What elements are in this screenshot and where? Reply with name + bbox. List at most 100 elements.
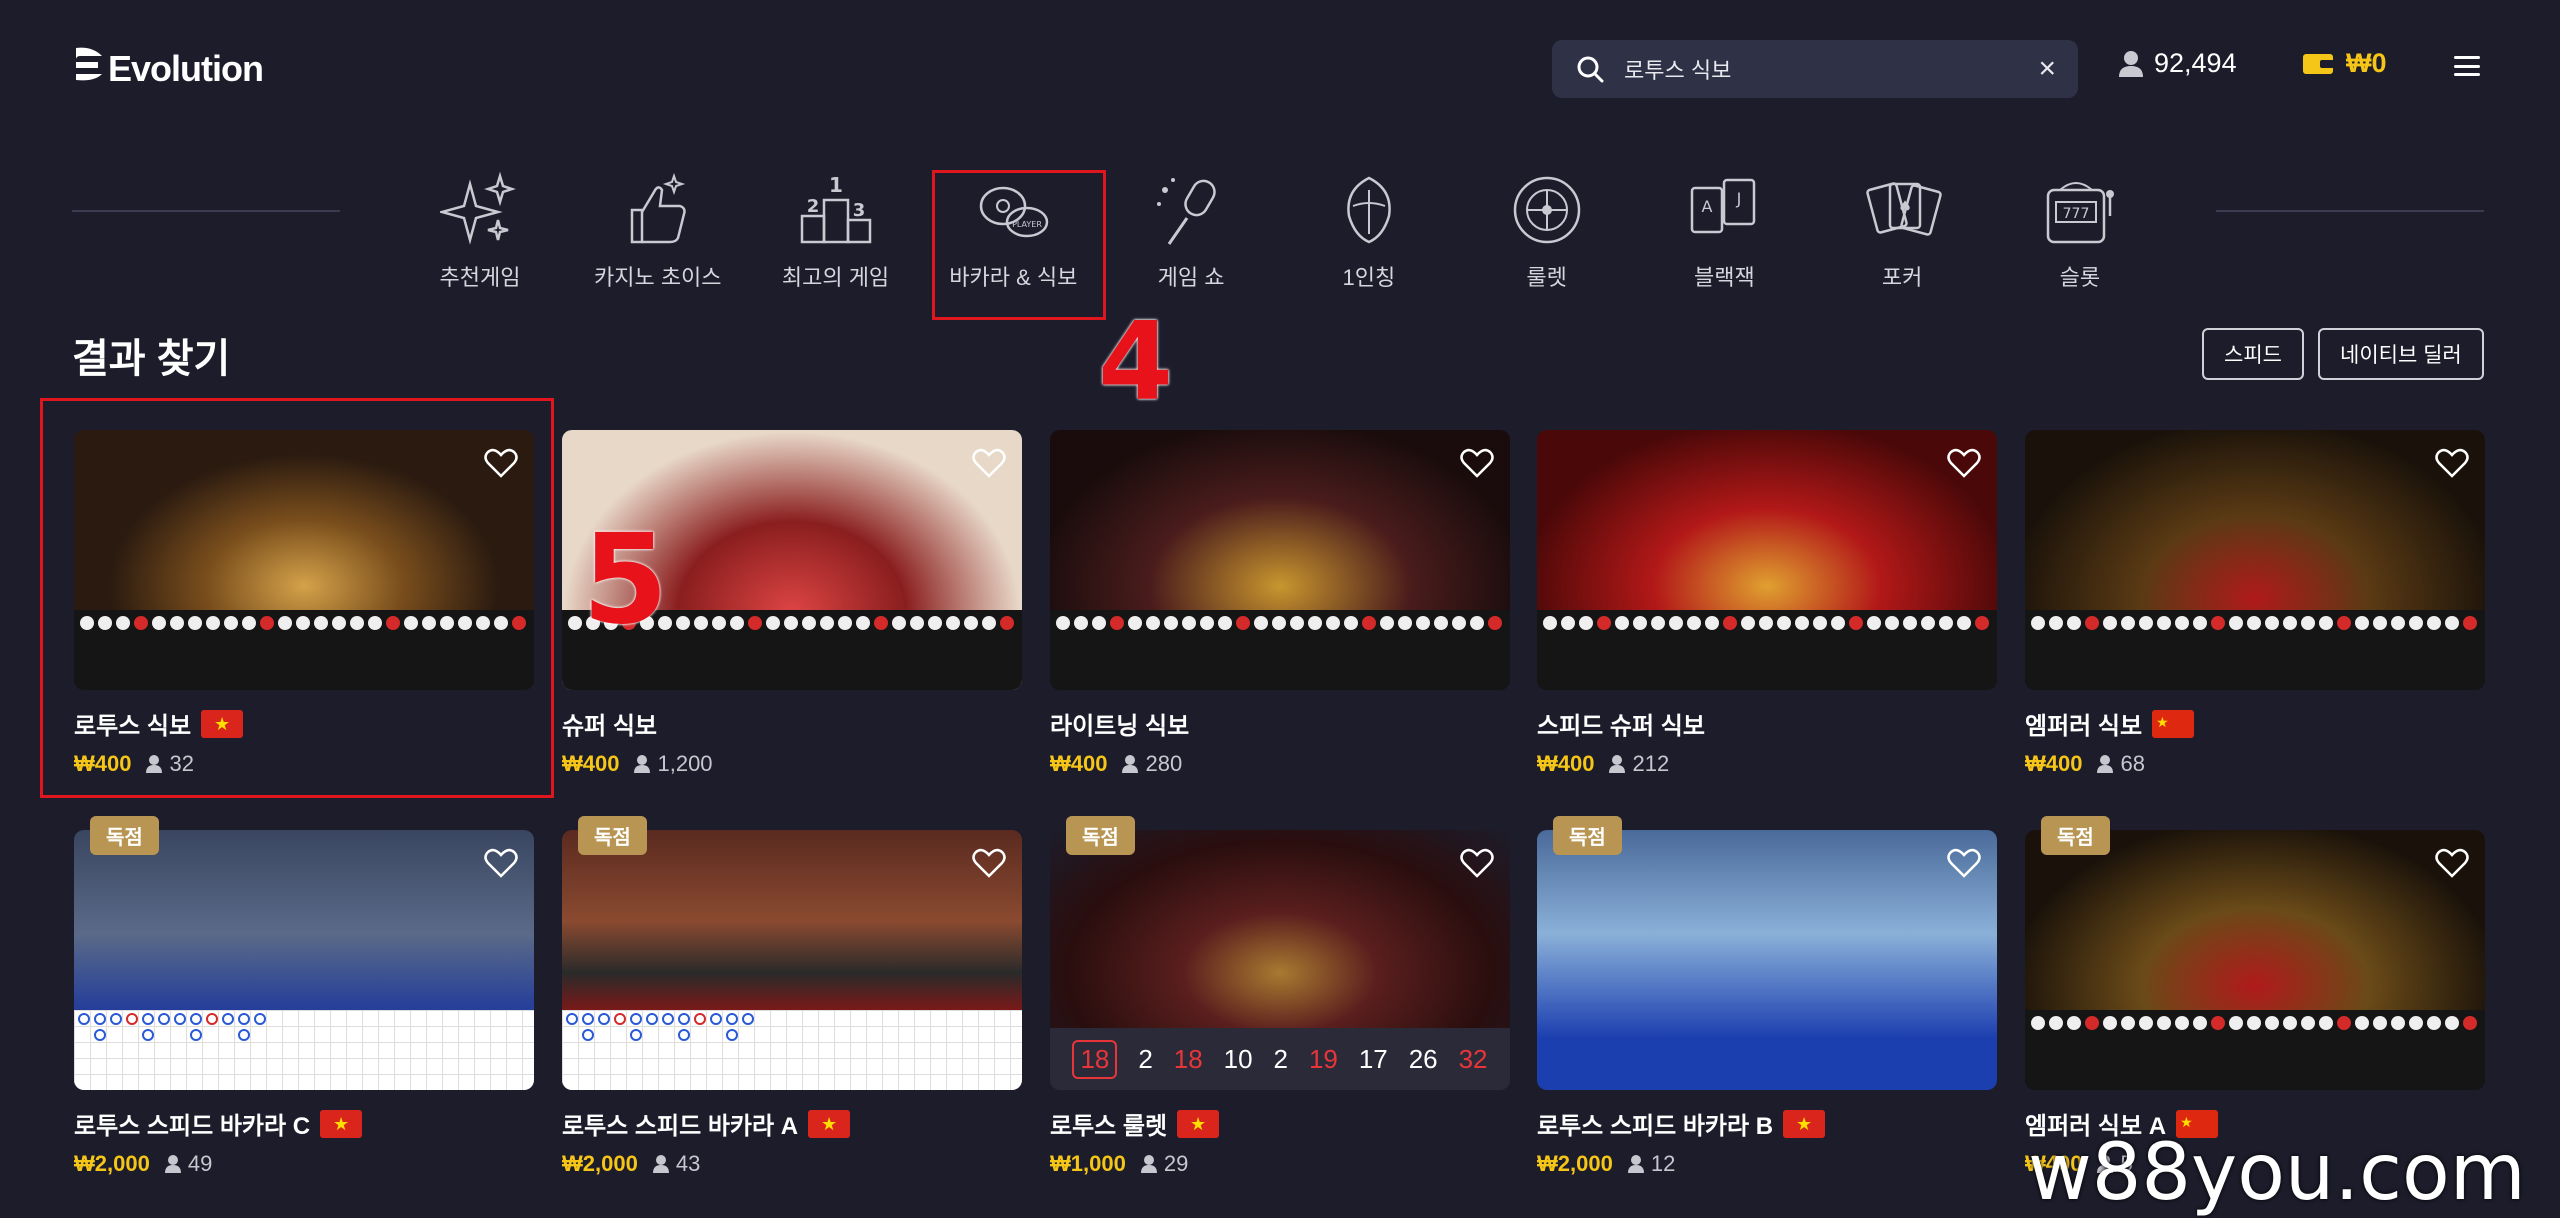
game-thumbnail[interactable] <box>2025 430 2485 690</box>
logo-text: Evolution <box>108 48 264 89</box>
roulette-result: 18 <box>1173 1043 1203 1074</box>
results-road <box>1537 610 1997 690</box>
roulette-result: 19 <box>1308 1043 1338 1074</box>
step-number-4: 4 <box>1098 300 1174 425</box>
favorite-heart-icon[interactable] <box>972 448 1006 478</box>
filter-speed-button[interactable]: 스피드 <box>2202 328 2304 380</box>
podium-icon: 12 3 <box>800 173 871 244</box>
roulette-history: 18 2 18 10 2 19 17 26 32 <box>1050 1028 1510 1090</box>
game-title: 로투스 스피드 바카라 C <box>74 1113 311 1140</box>
highlight-box-category <box>932 170 1106 320</box>
game-title: 스피드 슈퍼 식보 <box>1537 713 1705 740</box>
blackjack-cards-icon: AJ <box>1691 178 1756 234</box>
player-count: 12 <box>1627 1151 1675 1177</box>
game-thumbnail[interactable] <box>1537 430 1997 690</box>
game-card[interactable]: 라이트닝 식보 ₩400 280 <box>1050 430 1510 777</box>
game-thumbnail[interactable]: 18 2 18 10 2 19 17 26 32 <box>1050 830 1510 1090</box>
category-first-person[interactable]: 1인칭 <box>1289 170 1449 310</box>
roulette-result: 32 <box>1458 1043 1488 1074</box>
roulette-result: 2 <box>1138 1043 1153 1074</box>
svg-text:J: J <box>1736 189 1742 208</box>
game-card[interactable]: 독점 18 2 18 10 2 19 17 26 32 로투스 룰렛 ₩1,000 29 <box>1050 816 1510 1177</box>
game-thumbnail[interactable] <box>1537 830 1997 1090</box>
category-roulette[interactable]: 룰렛 <box>1467 170 1627 310</box>
category-casino-choice[interactable]: 카지노 초이스 <box>578 170 738 310</box>
favorite-heart-icon[interactable] <box>972 848 1006 878</box>
category-game-shows[interactable]: 게임 쇼 <box>1111 170 1271 310</box>
player-count: 29 <box>1140 1151 1188 1177</box>
min-bet: ₩400 <box>1537 751 1595 776</box>
roulette-result: 10 <box>1223 1043 1253 1074</box>
roulette-icon <box>1513 176 1580 244</box>
category-blackjack[interactable]: AJ 블랙잭 <box>1644 170 1804 310</box>
divider <box>2216 210 2484 212</box>
user-icon <box>1122 755 1139 773</box>
game-card[interactable]: 독점 로투스 스피드 바카라 B ₩2,000 12 <box>1537 816 1997 1177</box>
poker-cards-icon: ♠ <box>1866 182 1942 236</box>
game-thumbnail[interactable] <box>1050 430 1510 690</box>
favorite-heart-icon[interactable] <box>1947 848 1981 878</box>
exclusive-badge: 독점 <box>2041 816 2110 855</box>
search-icon <box>1577 56 1604 83</box>
game-thumbnail[interactable] <box>74 830 534 1090</box>
filter-native-dealer-button[interactable]: 네이티브 딜러 <box>2318 328 2484 380</box>
wallet-balance[interactable]: ₩0 <box>2302 48 2387 79</box>
bead-road <box>74 1010 534 1090</box>
search-input[interactable]: 로투스 식보 <box>1624 53 2038 85</box>
favorite-heart-icon[interactable] <box>2435 848 2469 878</box>
favorite-heart-icon[interactable] <box>484 848 518 878</box>
step-number-5: 5 <box>582 508 669 652</box>
category-label: 룰렛 <box>1526 265 1567 290</box>
game-card[interactable]: 독점 엠퍼러 식보 A ₩400 5 <box>2025 816 2485 1177</box>
favorite-heart-icon[interactable] <box>1460 448 1494 478</box>
game-thumbnail[interactable] <box>562 830 1022 1090</box>
balance-amount: ₩0 <box>2346 48 2387 78</box>
game-card[interactable]: 엠퍼러 식보 ₩400 68 <box>2025 430 2485 777</box>
clear-search-icon[interactable]: × <box>2038 54 2056 84</box>
user-icon <box>652 1155 669 1173</box>
category-top-games[interactable]: 12 3 최고의 게임 <box>756 170 916 310</box>
player-count: 212 <box>1608 751 1669 777</box>
logo-mark-icon <box>72 44 106 94</box>
exclusive-badge: 독점 <box>90 816 159 855</box>
category-recommended[interactable]: 추천게임 <box>400 170 560 310</box>
game-card[interactable]: 독점 로투스 스피드 바카라 C ₩2,000 49 <box>74 816 534 1177</box>
favorite-heart-icon[interactable] <box>1947 448 1981 478</box>
evolution-logo[interactable]: Evolution <box>72 44 264 94</box>
vietnam-flag-icon <box>320 1109 363 1138</box>
game-card[interactable]: 독점 로투스 스피드 바카라 A ₩2,000 43 <box>562 816 1022 1177</box>
divider <box>72 210 340 212</box>
hamburger-menu-icon[interactable] <box>2454 56 2480 76</box>
category-label: 최고의 게임 <box>781 265 890 290</box>
category-label: 추천게임 <box>439 265 521 290</box>
min-bet: ₩400 <box>2025 751 2083 776</box>
category-label: 게임 쇼 <box>1157 265 1225 290</box>
category-poker[interactable]: ♠ 포커 <box>1822 170 1982 310</box>
svg-text:♠: ♠ <box>1898 197 1912 216</box>
thumbs-up-icon <box>630 172 686 244</box>
game-title: 라이트닝 식보 <box>1050 713 1190 740</box>
player-count: 280 <box>1121 751 1182 777</box>
watermark: w88you.com <box>2028 1128 2526 1218</box>
min-bet: ₩400 <box>1050 751 1108 776</box>
highlight-box-game <box>40 398 554 798</box>
favorite-heart-icon[interactable] <box>2435 448 2469 478</box>
category-slots[interactable]: 777 슬롯 <box>2000 170 2160 310</box>
game-title: 로투스 룰렛 <box>1050 1113 1168 1140</box>
game-thumbnail[interactable] <box>2025 830 2485 1090</box>
results-road <box>1050 610 1510 690</box>
svg-text:777: 777 <box>2063 206 2090 222</box>
favorite-heart-icon[interactable] <box>1460 848 1494 878</box>
vietnam-flag-icon <box>1177 1109 1220 1138</box>
game-card[interactable]: 스피드 슈퍼 식보 ₩400 212 <box>1537 430 1997 777</box>
search-bar[interactable]: 로투스 식보 × <box>1552 40 2078 98</box>
category-label: 1인칭 <box>1342 265 1396 290</box>
game-title: 로투스 스피드 바카라 A <box>562 1113 799 1140</box>
user-icon <box>2119 50 2143 77</box>
roulette-result: 18 <box>1072 1039 1118 1079</box>
category-label: 블랙잭 <box>1693 265 1755 290</box>
china-flag-icon <box>2152 709 2195 738</box>
exclusive-badge: 독점 <box>1553 816 1622 855</box>
player-count: 49 <box>164 1151 212 1177</box>
player-count: 43 <box>652 1151 700 1177</box>
